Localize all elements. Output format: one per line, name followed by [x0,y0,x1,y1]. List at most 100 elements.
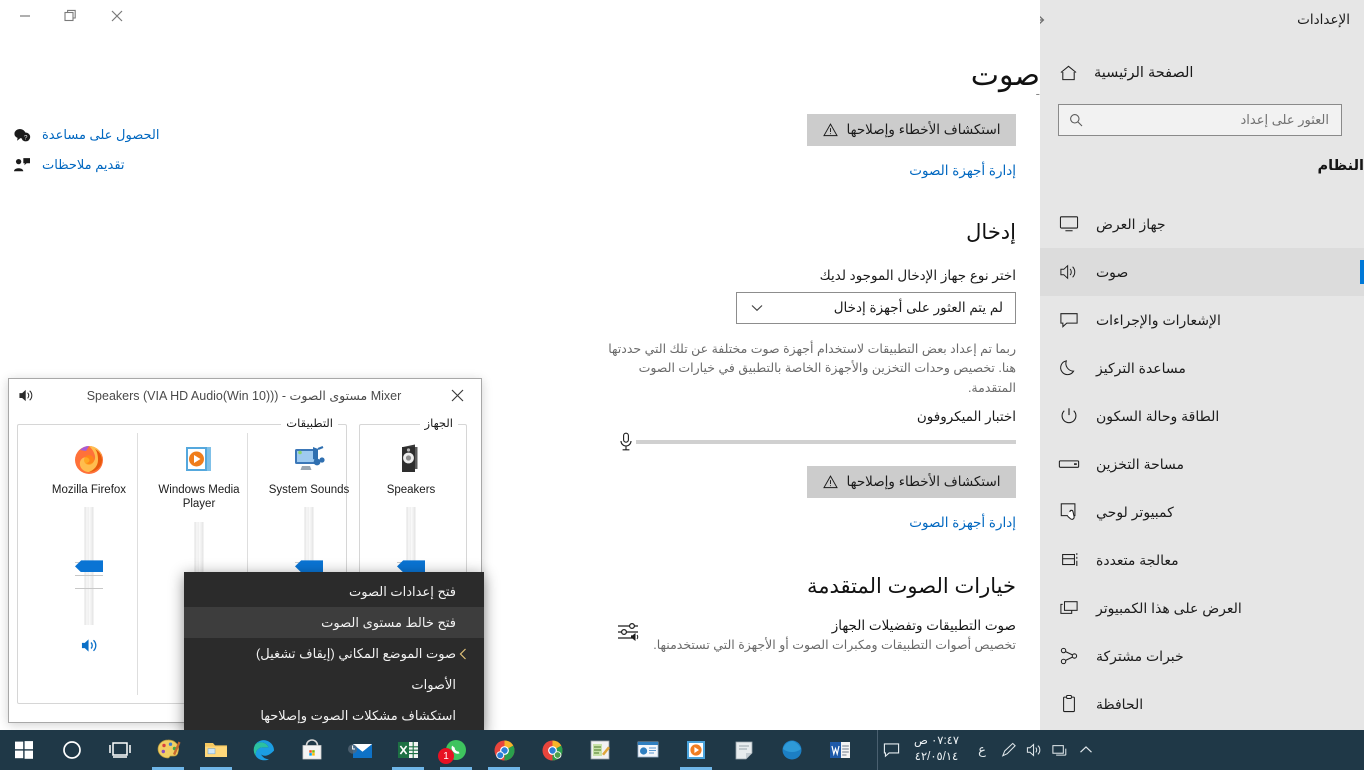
feedback-icon [10,153,34,177]
clock-date: ٤٢/٠٥/١٤ [914,751,959,763]
help-links: ? الحصول على مساعدة تقديم ملاحظات [0,120,300,180]
mixer-title-bar: Mixer مستوى الصوت - (Speakers (VIA HD Au… [9,379,481,411]
sidebar-item-label: جهاز العرض [1096,215,1166,232]
context-menu-item-1[interactable]: فتح إعدادات الصوت [184,576,484,607]
context-menu-item-label: استكشاف مشكلات الصوت وإصلاحها [260,707,456,723]
output-manage-devices-link[interactable]: إدارة أجهزة الصوت [909,163,1016,179]
notepad-icon[interactable] [576,730,624,770]
clock-time: ٠٧:٤٧ ص [914,735,960,748]
tablet-icon [1056,499,1082,525]
sidebar-item-6[interactable]: مساحة التخزين [1040,440,1364,488]
mail-icon[interactable] [336,730,384,770]
mic-level-meter [608,430,1016,454]
sidebar-item-label: العرض على هذا الكمبيوتر [1096,599,1242,616]
sidebar-item-11[interactable]: الحافظة [1040,680,1364,728]
input-device-value: لم يتم العثور على أجهزة إدخال [833,300,1003,315]
file-explorer-icon[interactable] [192,730,240,770]
pen-icon[interactable] [995,730,1021,770]
home-icon [1056,61,1080,85]
sidebar-item-4[interactable]: مساعدة التركيز [1040,344,1364,392]
notification-icon [1056,307,1082,333]
sidebar-item-10[interactable]: خبرات مشتركة [1040,632,1364,680]
powerpoint-icon[interactable] [624,730,672,770]
sidebar-item-1[interactable]: جهاز العرض [1040,200,1364,248]
paint-icon[interactable] [144,730,192,770]
search-input[interactable]: العثور على إعداد [1058,104,1342,136]
close-button[interactable] [94,0,140,32]
browser-blue-icon[interactable] [768,730,816,770]
sidebar-item-7[interactable]: كمبيوتر لوحي [1040,488,1364,536]
input-device-select[interactable]: لم يتم العثور على أجهزة إدخال [736,292,1016,324]
word-icon[interactable] [816,730,864,770]
shared-icon [1056,643,1082,669]
action-center-icon[interactable] [878,730,904,770]
context-menu-item-4[interactable]: الأصوات [184,669,484,700]
sidebar-item-5[interactable]: الطاقة وحالة السكون [1040,392,1364,440]
clipboard-icon [1056,691,1082,717]
output-troubleshoot-label: استكشاف الأخطاء وإصلاحها [846,122,1001,137]
edge-icon[interactable] [240,730,288,770]
whatsapp-icon[interactable]: 1 [432,730,480,770]
wmp-icon [181,441,217,477]
input-section-heading: إدخال [966,221,1016,244]
app-volume-device-preferences[interactable]: صوت التطبيقات وتفضيلات الجهاز تخصيص أصوا… [546,618,1016,652]
cortana-icon[interactable] [48,730,96,770]
start-button[interactable] [0,730,48,770]
context-menu-item-2[interactable]: فتح خالط مستوى الصوت [184,607,484,638]
context-menu-item-3[interactable]: صوت الموضع المكاني (إيقاف تشغيل) [184,638,484,669]
power-icon [1056,403,1082,429]
context-menu-item-label: صوت الموضع المكاني (إيقاف تشغيل) [255,645,456,661]
mixer-apps-group-label: التطبيقات [281,416,338,430]
give-feedback-link[interactable]: تقديم ملاحظات [0,150,300,180]
sidebar-item-label: خبرات مشتركة [1096,647,1184,664]
sticky-notes-icon[interactable] [720,730,768,770]
sidebar-item-2[interactable]: صوت [1040,248,1364,296]
drive-icon [1056,451,1082,477]
mixer-channel-name: Speakers [386,484,436,496]
mixer-channel: Mozilla Firefox [43,441,135,657]
chrome-icon[interactable] [528,730,576,770]
input-troubleshoot-label: استكشاف الأخطاء وإصلاحها [846,474,1001,489]
project-icon [1056,595,1082,621]
input-manage-devices-link[interactable]: إدارة أجهزة الصوت [909,515,1016,531]
sidebar-item-8[interactable]: معالجة متعددة [1040,536,1364,584]
context-menu-item-5[interactable]: استكشاف مشكلات الصوت وإصلاحها [184,700,484,731]
advanced-section-heading: خيارات الصوت المتقدمة [806,575,1016,598]
mute-button[interactable] [43,633,135,657]
taskbar-clock[interactable]: ٠٧:٤٧ ص ٤٢/٠٥/١٤ [904,734,969,765]
volume-tray-icon[interactable] [1021,730,1047,770]
mixer-close-button[interactable] [441,380,473,410]
input-troubleshoot-button[interactable]: استكشاف الأخطاء وإصلاحها [807,466,1016,498]
help-icon: ? [10,123,34,147]
input-choose-label: اختر نوع جهاز الإدخال الموجود لديك [819,268,1016,283]
chevron-down-icon [749,300,765,316]
output-placeholder-dash: - [1035,86,1040,101]
mixer-device-group-label: الجهاز [419,416,458,430]
output-troubleshoot-button[interactable]: استكشاف الأخطاء وإصلاحها [807,114,1016,146]
sidebar-item-9[interactable]: العرض على هذا الكمبيوتر [1040,584,1364,632]
sidebar-item-label: مساعدة التركيز [1096,359,1186,376]
svg-text:?: ? [24,135,28,142]
warning-icon [822,122,838,138]
language-indicator[interactable]: ع [969,730,995,770]
minimize-button[interactable] [2,0,48,32]
restore-button[interactable] [48,0,94,32]
give-feedback-label: تقديم ملاحظات [42,157,125,172]
chrome-blue-icon[interactable] [480,730,528,770]
chevron-up-icon[interactable] [1073,730,1099,770]
task-view-icon[interactable] [96,730,144,770]
sidebar-header: الإعدادات [1028,4,1364,36]
media-player-icon[interactable] [672,730,720,770]
sidebar-item-label: الإشعارات والإجراءات [1096,311,1221,328]
volume-slider[interactable] [43,507,135,626]
show-desktop-button[interactable] [868,730,878,770]
excel-icon[interactable] [384,730,432,770]
sidebar-item-3[interactable]: الإشعارات والإجراءات [1040,296,1364,344]
network-icon[interactable] [1047,730,1073,770]
get-help-link[interactable]: ? الحصول على مساعدة [0,120,300,150]
sidebar-item-home[interactable]: الصفحة الرئيسية [1040,56,1364,90]
context-menu-item-label: فتح خالط مستوى الصوت [321,614,456,630]
mixer-icon [613,618,643,648]
microsoft-store-icon[interactable] [288,730,336,770]
settings-sidebar: الإعدادات الصفحة الرئيسية العثور على إعد… [1028,0,1364,730]
